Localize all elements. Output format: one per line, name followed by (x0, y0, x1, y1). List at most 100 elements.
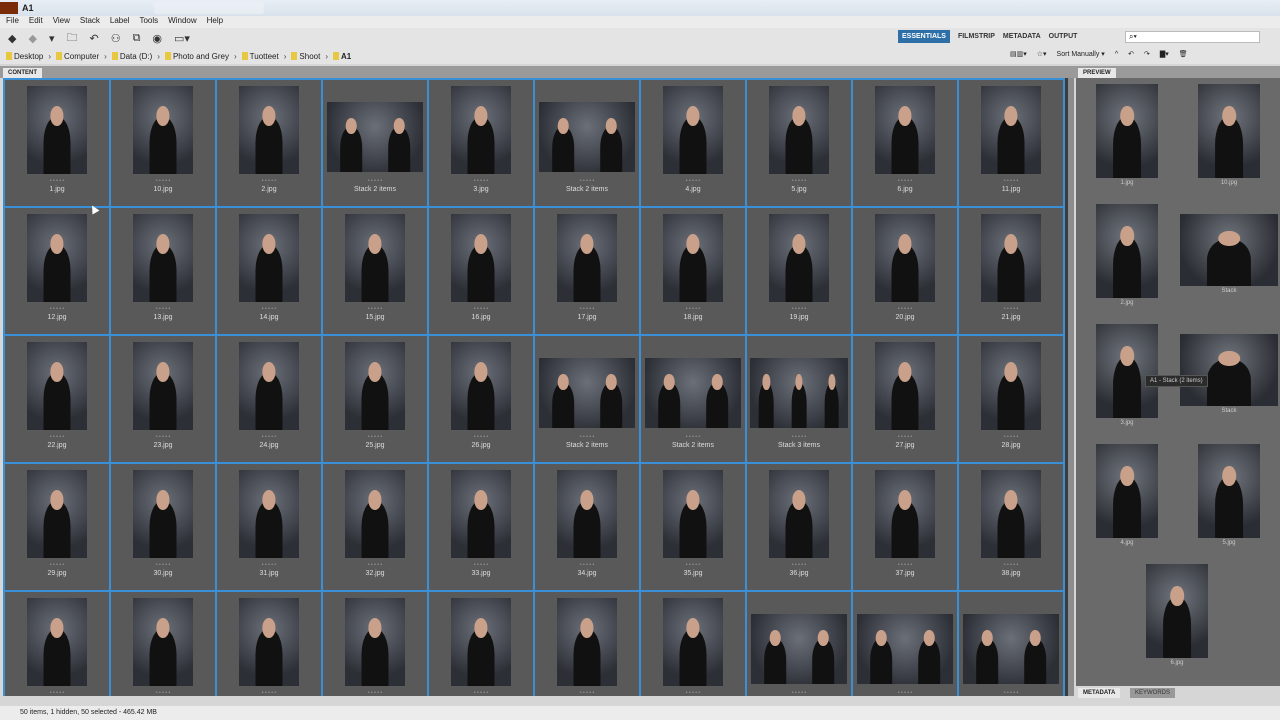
dropdown-icon[interactable]: ▾ (49, 32, 55, 45)
search-input[interactable]: ⌕▾ (1125, 31, 1260, 43)
preview-image[interactable] (1096, 444, 1158, 538)
get-photos-icon[interactable]: ⚇ (111, 32, 121, 45)
rating-stars[interactable]: • • • • • (111, 178, 215, 184)
thumbnail-item[interactable]: • • • • • 23.jpg (109, 334, 217, 464)
rating-stars[interactable]: • • • • • (217, 690, 321, 696)
rating-stars[interactable]: • • • • • (641, 306, 745, 312)
menu-item-label[interactable]: Label (110, 16, 130, 28)
rating-stars[interactable]: • • • • • (111, 306, 215, 312)
browser-tab[interactable] (153, 2, 264, 14)
rating-stars[interactable]: • • • • • (959, 562, 1063, 568)
rating-stars[interactable]: • • • • • (853, 434, 957, 440)
rating-stars[interactable]: • • • • • (535, 562, 639, 568)
back-icon[interactable]: ◆ (8, 32, 16, 45)
rating-stars[interactable]: • • • • • (853, 562, 957, 568)
thumbnail-item[interactable]: • • • • •Stack 2 items (533, 78, 641, 208)
menu-item-file[interactable]: File (6, 16, 19, 28)
keywords-panel-tab[interactable]: KEYWORDS (1130, 688, 1176, 698)
metadata-panel-tab[interactable]: METADATA (1078, 688, 1121, 698)
thumbnail-item[interactable]: • • • • • 6.jpg (851, 78, 959, 208)
thumbnail-item[interactable]: • • • • • 26.jpg (427, 334, 535, 464)
thumbnail-item[interactable]: • • • • • 14.jpg (215, 206, 323, 336)
breadcrumb-item[interactable]: Desktop (6, 52, 43, 61)
menu-item-view[interactable]: View (53, 16, 70, 28)
thumbnail-item[interactable]: • • • • •43.jpg (427, 590, 535, 696)
rating-stars[interactable]: • • • • • (429, 562, 533, 568)
breadcrumb-item[interactable]: Data (D:) (111, 52, 152, 61)
rating-stars[interactable]: • • • • • (5, 562, 109, 568)
rating-stars[interactable]: • • • • • (323, 562, 427, 568)
thumbnail-item[interactable]: • • • • •44.jpg (533, 590, 641, 696)
rating-stars[interactable]: • • • • • (323, 690, 427, 696)
rating-stars[interactable]: • • • • • (429, 306, 533, 312)
thumbnail-item[interactable]: • • • • • 12.jpg (3, 206, 111, 336)
thumbnail-item[interactable]: • • • • • 25.jpg (321, 334, 429, 464)
thumbnail-item[interactable]: • • • • • 4.jpg (639, 78, 747, 208)
thumbnail-item[interactable]: • • • • • 16.jpg (427, 206, 535, 336)
preview-image[interactable] (1198, 444, 1260, 538)
thumbnail-item[interactable]: • • • • •Stack 2 items (957, 590, 1065, 696)
thumbnail-item[interactable]: • • • • • 32.jpg (321, 462, 429, 592)
camera-raw-icon[interactable]: ◉ (152, 32, 162, 45)
rating-stars[interactable]: • • • • • (853, 690, 957, 696)
chevron-right-icon[interactable]: › (48, 52, 51, 61)
rating-stars[interactable]: • • • • • (641, 178, 745, 184)
thumbnail-item[interactable]: • • • • • 31.jpg (215, 462, 323, 592)
rating-stars[interactable]: • • • • • (217, 562, 321, 568)
refine-icon[interactable]: ⧉ (133, 32, 141, 45)
rating-stars[interactable]: • • • • • (959, 306, 1063, 312)
rating-stars[interactable]: • • • • • (747, 562, 851, 568)
thumbnail-item[interactable]: • • • • • 13.jpg (109, 206, 217, 336)
rating-stars[interactable]: • • • • • (747, 178, 851, 184)
thumbnail-item[interactable]: • • • • • 11.jpg (957, 78, 1065, 208)
thumbnail-item[interactable]: • • • • • 3.jpg (427, 78, 535, 208)
thumbnail-item[interactable]: • • • • • 1.jpg (3, 78, 111, 208)
content-scrollbar[interactable] (1068, 78, 1074, 696)
thumbnail-item[interactable]: • • • • • 30.jpg (109, 462, 217, 592)
rating-stars[interactable]: • • • • • (217, 434, 321, 440)
rating-stars[interactable]: • • • • • (5, 306, 109, 312)
rating-stars[interactable]: • • • • • (5, 690, 109, 696)
rotate-left-icon[interactable]: ↶ (1128, 50, 1134, 58)
rating-stars[interactable]: • • • • • (535, 306, 639, 312)
rating-stars[interactable]: • • • • • (641, 562, 745, 568)
chevron-right-icon[interactable]: › (325, 52, 328, 61)
rating-stars[interactable]: • • • • • (323, 178, 427, 184)
menu-item-edit[interactable]: Edit (29, 16, 43, 28)
rating-stars[interactable]: • • • • • (747, 306, 851, 312)
recent-folder-icon[interactable]: 🗀 (66, 29, 77, 48)
thumbnail-item[interactable]: • • • • • 36.jpg (745, 462, 853, 592)
rotate-icon[interactable]: ↶ (89, 32, 98, 45)
thumbnail-item[interactable]: • • • • • 21.jpg (957, 206, 1065, 336)
forward-icon[interactable]: ◆ (28, 32, 36, 45)
thumbnail-item[interactable]: • • • • •40.jpg (109, 590, 217, 696)
thumbnail-item[interactable]: • • • • • 10.jpg (109, 78, 217, 208)
preview-image[interactable] (1146, 564, 1208, 658)
rating-stars[interactable]: • • • • • (323, 306, 427, 312)
output-icon[interactable]: ▭▾ (174, 32, 190, 45)
thumbnail-item[interactable]: • • • • • 34.jpg (533, 462, 641, 592)
thumbnail-item[interactable]: • • • • • 33.jpg (427, 462, 535, 592)
breadcrumb-item[interactable]: Shoot (291, 52, 320, 61)
workspace-output[interactable]: OUTPUT (1049, 33, 1078, 40)
thumbnail-item[interactable]: • • • • • 38.jpg (957, 462, 1065, 592)
menu-item-window[interactable]: Window (168, 16, 196, 28)
thumbnail-item[interactable]: • • • • • 35.jpg (639, 462, 747, 592)
rating-stars[interactable]: • • • • • (111, 562, 215, 568)
rating-stars[interactable]: • • • • • (747, 690, 851, 696)
ascending-icon[interactable]: ^ (1115, 51, 1118, 58)
thumbnail-item[interactable]: • • • • • 22.jpg (3, 334, 111, 464)
thumbnail-item[interactable]: • • • • •42.jpg (321, 590, 429, 696)
thumbnail-item[interactable]: • • • • •39.jpg (3, 590, 111, 696)
preview-image[interactable] (1096, 204, 1158, 298)
thumbnail-item[interactable]: • • • • •Stack 2 items (533, 334, 641, 464)
rating-stars[interactable]: • • • • • (959, 434, 1063, 440)
thumbnail-item[interactable]: • • • • •Stack 2 items (851, 590, 959, 696)
rating-stars[interactable]: • • • • • (429, 434, 533, 440)
thumbnail-item[interactable]: • • • • •Stack 2 items (321, 78, 429, 208)
filter-icon[interactable]: ☆▾ (1037, 50, 1047, 58)
rating-stars[interactable]: • • • • • (429, 690, 533, 696)
thumbnail-item[interactable]: • • • • •45.jpg (639, 590, 747, 696)
thumbnail-item[interactable]: • • • • • 29.jpg (3, 462, 111, 592)
workspace-essentials[interactable]: ESSENTIALS (898, 30, 950, 43)
